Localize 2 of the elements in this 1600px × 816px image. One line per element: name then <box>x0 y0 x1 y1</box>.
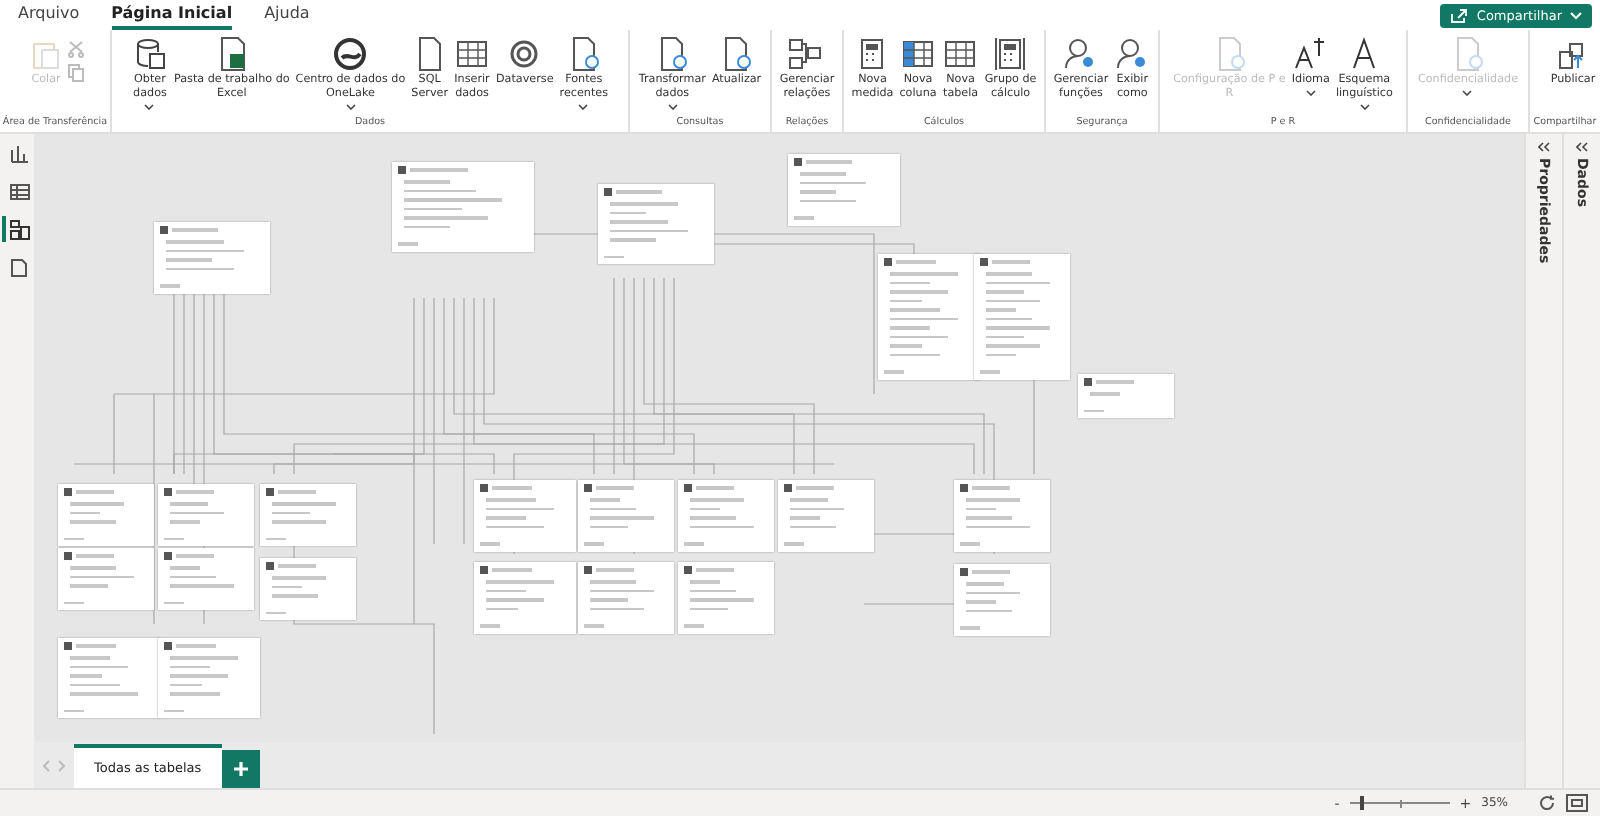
menu-tab[interactable]: Arquivo <box>18 0 80 30</box>
menu-tab[interactable]: Ajuda <box>264 0 310 30</box>
